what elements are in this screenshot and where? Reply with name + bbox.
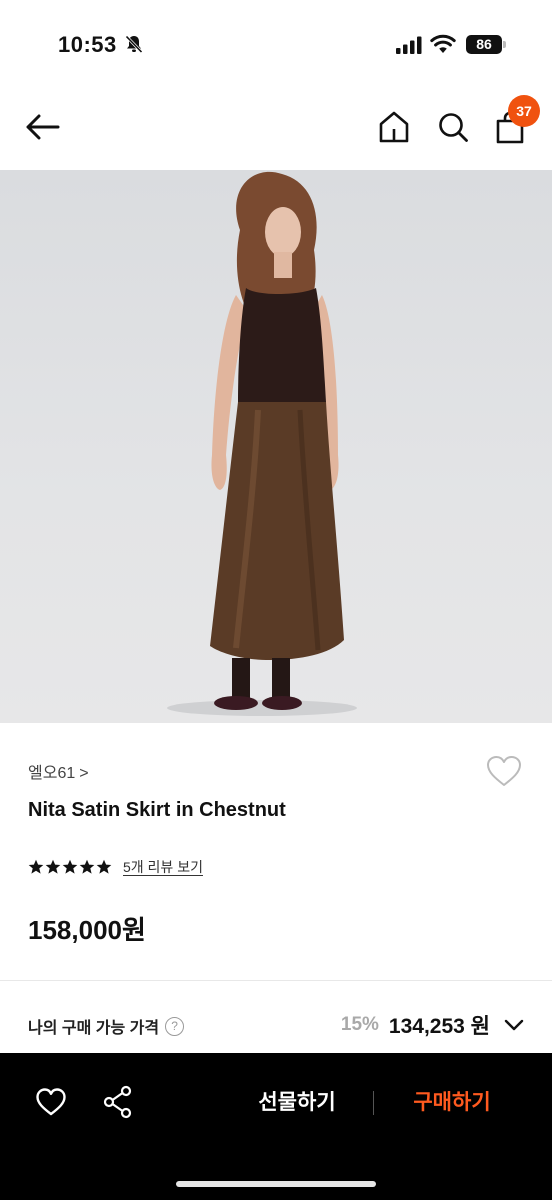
cart-count-badge[interactable]: 37 xyxy=(508,95,540,127)
battery-indicator: 86 xyxy=(466,35,502,54)
nav-header: 37 xyxy=(0,90,552,170)
rating-stars xyxy=(28,859,112,875)
back-icon[interactable] xyxy=(24,112,62,142)
signal-icon xyxy=(396,36,422,54)
bottom-divider xyxy=(373,1091,374,1115)
status-time: 10:53 xyxy=(58,32,117,57)
product-price: 158,000원 xyxy=(28,915,146,945)
bell-off-icon xyxy=(125,35,143,54)
brand-name: 엘오61 xyxy=(28,765,76,782)
rating-row: 5개 리뷰 보기 xyxy=(28,857,203,877)
discount-price: 134,253 원 xyxy=(388,1015,490,1038)
wifi-icon xyxy=(430,34,456,53)
status-bar: 10:53 86 xyxy=(0,0,552,80)
product-title: Nita Satin Skirt in Chestnut xyxy=(28,799,286,821)
home-indicator xyxy=(176,1181,376,1187)
my-price-text: 나의 구매 가능 가격 xyxy=(28,1020,160,1037)
battery-tip xyxy=(503,41,506,48)
share-icon[interactable] xyxy=(102,1085,134,1119)
star-icon xyxy=(28,859,44,874)
my-price-label: 나의 구매 가능 가격 ? xyxy=(28,1014,185,1038)
discount-rate: 15% xyxy=(340,1014,379,1035)
brand-link[interactable]: 엘오61 > xyxy=(28,759,89,783)
discount-price-row[interactable]: 15% 134,253 원 xyxy=(341,1010,524,1040)
heart-icon[interactable] xyxy=(35,1087,67,1117)
search-icon[interactable] xyxy=(437,110,469,144)
divider xyxy=(0,980,552,981)
buy-button[interactable]: 구매하기 xyxy=(395,1085,509,1121)
product-image[interactable] xyxy=(0,170,552,723)
star-icon xyxy=(62,859,78,874)
star-icon xyxy=(79,859,95,874)
model-photo xyxy=(167,171,357,716)
chevron-down-icon[interactable] xyxy=(504,1018,524,1032)
bottom-action-bar: 선물하기 구매하기 xyxy=(0,1053,552,1200)
star-icon xyxy=(45,859,61,874)
chevron-right-icon: > xyxy=(79,765,89,782)
heart-icon[interactable] xyxy=(485,754,523,788)
help-icon[interactable]: ? xyxy=(165,1016,185,1036)
review-link[interactable]: 5개 리뷰 보기 xyxy=(123,857,203,877)
home-icon[interactable] xyxy=(378,110,410,144)
star-icon xyxy=(96,859,112,874)
gift-button[interactable]: 선물하기 xyxy=(240,1085,354,1121)
